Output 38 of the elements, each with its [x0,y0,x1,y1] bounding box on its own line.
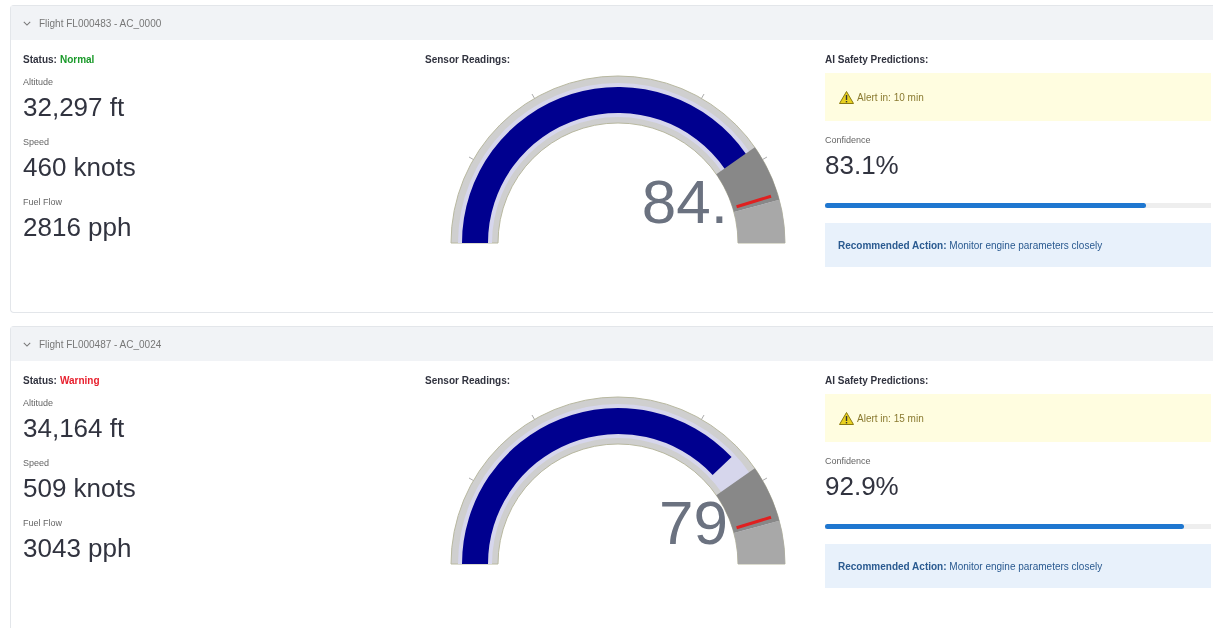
alert-text: Alert in: 10 min [857,91,924,103]
flight-header[interactable]: Flight FL000483 - AC_0000 [11,6,1213,40]
gauge-value: 79 [659,488,728,557]
flight-title: Flight FL000487 - AC_0024 [39,338,162,350]
metric-label: Fuel Flow [23,518,63,528]
flight-title: Flight FL000483 - AC_0000 [39,17,162,29]
metric-label: Speed [23,458,51,468]
warning-icon [839,411,854,425]
section-title: AI Safety Predictions: [825,375,930,386]
confidence-label: Confidence [825,456,872,466]
gauge-value: 84. [641,167,728,236]
metric-label: Fuel Flow [23,197,63,207]
metric-label: Speed [23,137,51,147]
metric-value: 509 knots [23,473,137,504]
chevron-icon [23,341,31,347]
status-value: Normal [59,54,95,65]
recommendation-text: Recommended Action: Monitor engine parameters closely [838,239,1103,251]
flight-header[interactable]: Flight FL000487 - AC_0024 [11,327,1213,361]
confidence-value: 92.9% [825,471,900,502]
status-value: Warning [59,375,100,386]
chevron-icon [23,20,31,26]
confidence-label: Confidence [825,135,872,145]
metric-value: 32,297 ft [23,92,126,123]
status-label: Status: [23,54,57,65]
status-label: Status: [23,375,57,386]
section-title: Sensor Readings: [425,54,512,65]
metric-value: 460 knots [23,152,137,183]
metric-label: Altitude [23,77,55,87]
metric-label: Altitude [23,398,55,408]
confidence-value: 83.1% [825,150,900,181]
section-title: Sensor Readings: [425,375,512,386]
metric-value: 2816 pph [23,212,133,243]
warning-icon [839,90,854,104]
section-title: AI Safety Predictions: [825,54,930,65]
metric-value: 34,164 ft [23,413,126,444]
alert-text: Alert in: 15 min [857,412,924,424]
metric-value: 3043 pph [23,533,133,564]
recommendation-text: Recommended Action: Monitor engine parameters closely [838,560,1103,572]
